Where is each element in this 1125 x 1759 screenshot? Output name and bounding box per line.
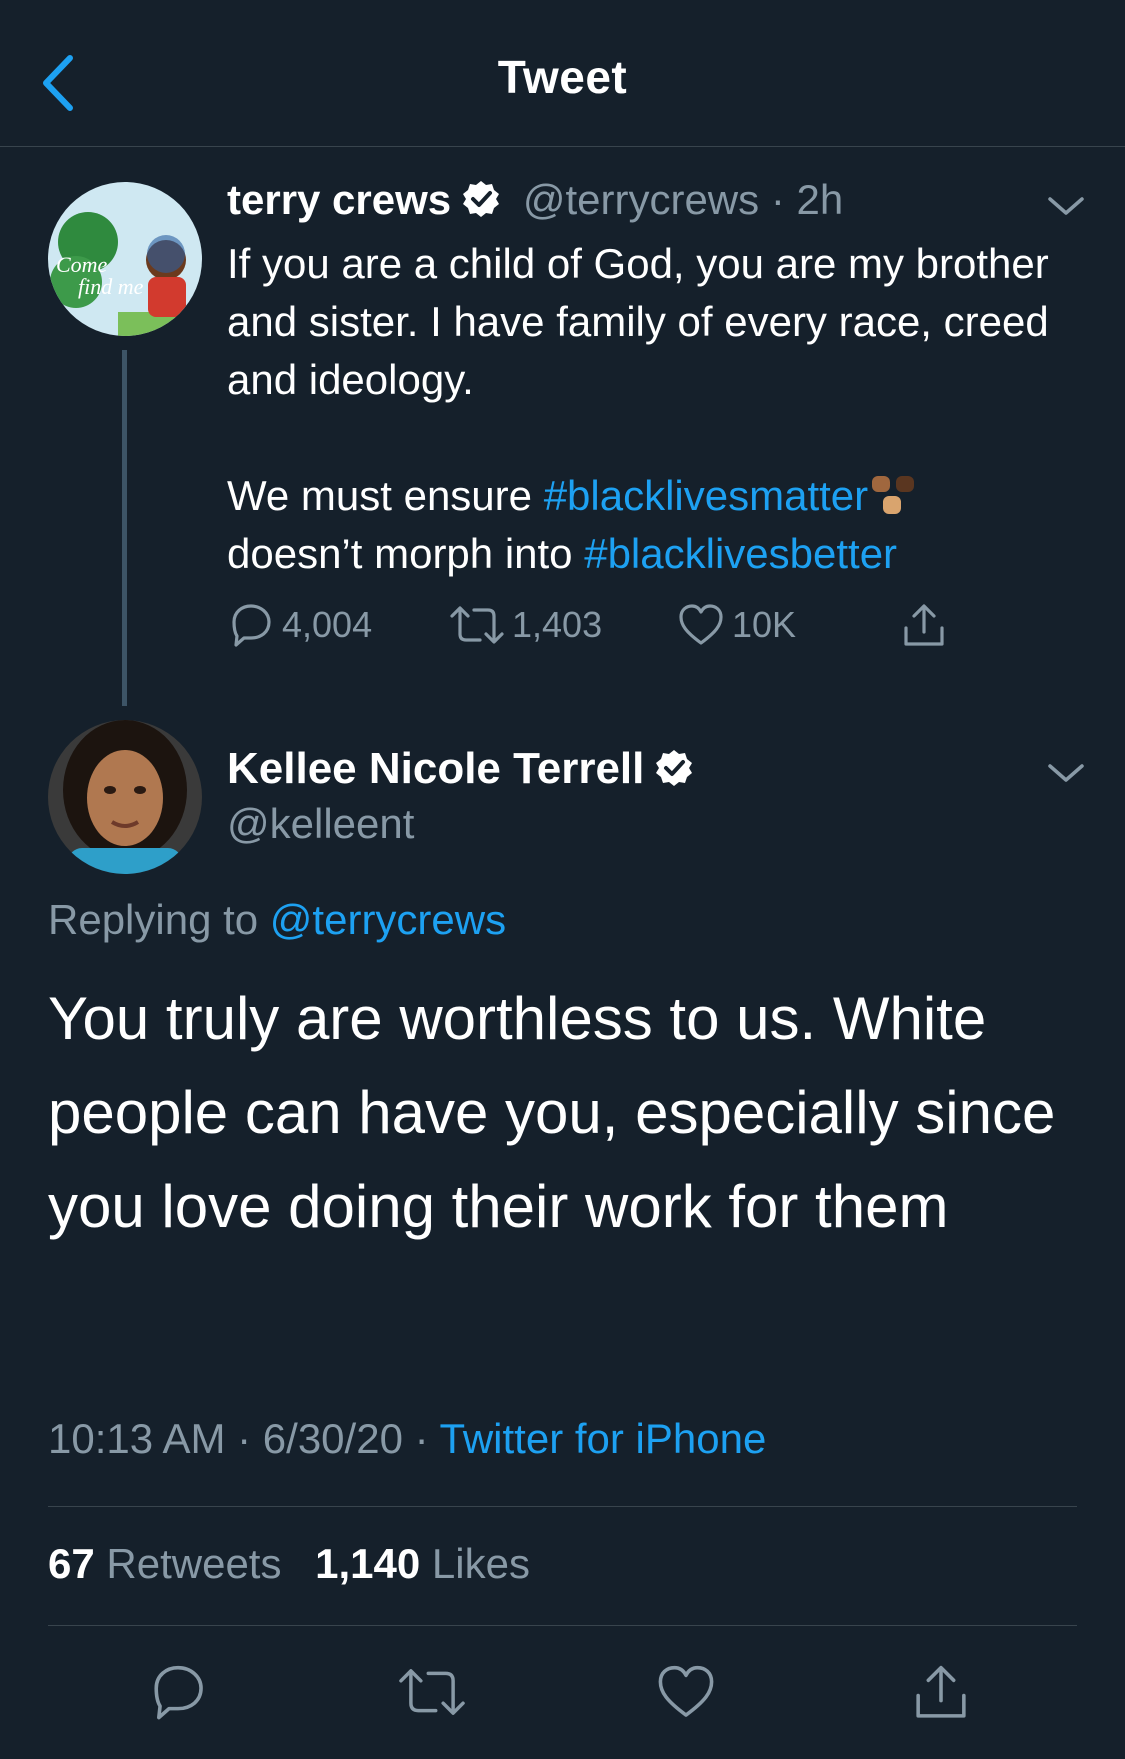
reply-author-line: Kellee Nicole Terrell xyxy=(227,744,694,794)
tweet-paragraph-1: If you are a child of God, you are my br… xyxy=(227,240,1049,403)
text-segment: doesn’t morph into xyxy=(227,530,585,577)
page-title: Tweet xyxy=(497,51,628,103)
likes-label: Likes xyxy=(431,1540,530,1587)
separator-dot: · xyxy=(225,1415,263,1462)
retweets-stat[interactable]: 67 Retweets xyxy=(48,1540,281,1587)
reply-icon xyxy=(154,1665,203,1720)
reply-author-handle[interactable]: @kelleent xyxy=(227,800,414,848)
retweets-count: 67 xyxy=(48,1540,95,1587)
tweet-date: 6/30/20 xyxy=(262,1415,403,1462)
reply-author-name[interactable]: Kellee Nicole Terrell xyxy=(227,744,644,793)
tweet-timestamp: 10:13 AM xyxy=(48,1415,226,1462)
retweet-button[interactable] xyxy=(396,1660,468,1729)
replying-to-handle[interactable]: @terrycrews xyxy=(270,896,506,943)
tweet-actions: 4,004 1,403 10K xyxy=(0,600,1125,660)
separator-dot: · xyxy=(770,176,785,223)
top-bar: Tweet xyxy=(0,0,1125,147)
hashtag-link[interactable]: #blacklivesmatter xyxy=(544,472,868,519)
replying-label: Replying to xyxy=(48,896,270,943)
likes-stat[interactable]: 1,140 Likes xyxy=(315,1540,530,1587)
author-name[interactable]: terry crews xyxy=(227,176,451,223)
heart-icon xyxy=(658,1665,714,1717)
share-button[interactable] xyxy=(908,1660,974,1731)
like-count: 10K xyxy=(732,604,797,645)
chevron-down-icon[interactable] xyxy=(1046,193,1086,219)
share-icon xyxy=(916,1665,966,1718)
like-button[interactable]: 10K xyxy=(676,600,796,650)
reply-count: 4,004 xyxy=(282,604,373,645)
reply-button[interactable] xyxy=(146,1660,210,1729)
hashtag-link[interactable]: #blacklivesbetter xyxy=(584,530,897,577)
engagement-stats: 67 Retweets 1,140 Likes xyxy=(48,1540,530,1588)
replying-to-line: Replying to @terrycrews xyxy=(48,896,506,944)
raised-fists-emoji-icon xyxy=(868,470,920,522)
tweet-author-line: terry crews @terrycrews · 2h xyxy=(227,176,843,224)
retweet-icon xyxy=(399,1669,465,1715)
divider xyxy=(48,1625,1077,1626)
author-handle[interactable]: @terrycrews xyxy=(523,176,759,223)
avatar-terrycrews[interactable]: Come find me xyxy=(48,182,202,336)
svg-text:find me: find me xyxy=(78,274,144,299)
heart-icon xyxy=(679,604,723,645)
text-segment: We must ensure xyxy=(227,472,544,519)
reply-icon xyxy=(232,604,271,647)
retweet-icon xyxy=(450,606,504,644)
retweet-button[interactable]: 1,403 xyxy=(448,600,602,650)
retweet-count: 1,403 xyxy=(512,604,603,645)
tweet-paragraph-2: We must ensure #blacklivesmatter doesn’t … xyxy=(227,467,1067,583)
tweet-time: 2h xyxy=(796,176,844,223)
tweet-text: If you are a child of God, you are my br… xyxy=(227,235,1067,583)
chevron-down-icon[interactable] xyxy=(1046,760,1086,786)
share-button[interactable] xyxy=(898,600,956,652)
avatar-kelleent[interactable] xyxy=(48,720,202,874)
reply-button[interactable]: 4,004 xyxy=(226,600,372,650)
likes-count: 1,140 xyxy=(315,1540,421,1587)
tweet-meta: 10:13 AM · 6/30/20 · Twitter for iPhone xyxy=(48,1415,766,1463)
like-button[interactable] xyxy=(654,1660,718,1729)
divider xyxy=(48,1506,1077,1507)
retweets-label: Retweets xyxy=(106,1540,282,1587)
tweet-source-link[interactable]: Twitter for iPhone xyxy=(440,1415,767,1462)
reply-text: You truly are worthless to us. White peo… xyxy=(48,985,1056,1240)
separator-dot: · xyxy=(402,1415,440,1462)
tweet-action-bar xyxy=(0,1660,1125,1730)
share-icon xyxy=(904,604,944,646)
verified-badge-icon xyxy=(654,748,694,788)
verified-badge-icon xyxy=(461,179,501,219)
